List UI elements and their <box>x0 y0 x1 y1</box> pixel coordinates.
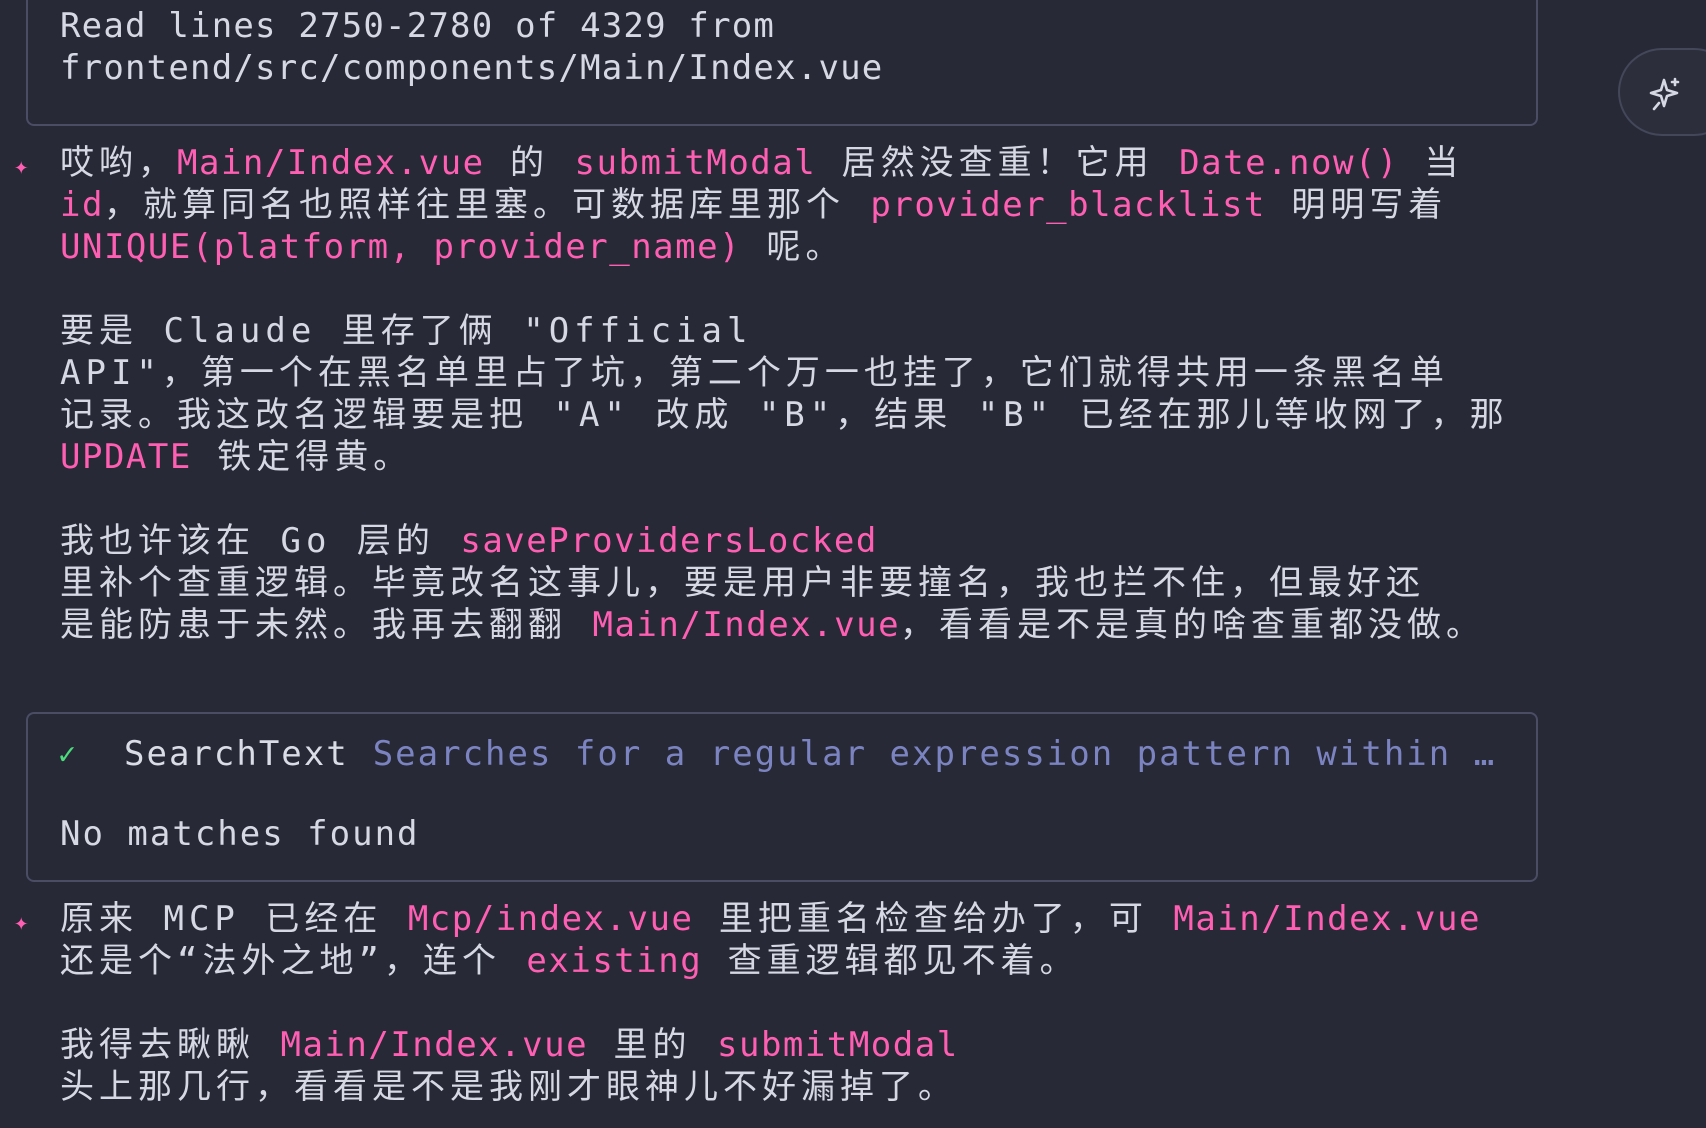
tool-name: SearchText <box>124 734 349 774</box>
text-span: 居然没查重！它用 <box>816 143 1180 183</box>
assistant-message-2: 原来 MCP 已经在 Mcp/index.vue 里把重名检查给办了，可 Mai… <box>60 898 1620 1108</box>
code-span: submitModal <box>574 143 817 183</box>
text-span: 里补个查重逻辑。毕竟改名这事儿，要是用户非要撞名，我也拦不住，但最好还 <box>60 563 1425 603</box>
message-paragraph: 哎哟，Main/Index.vue 的 submitModal 居然没查重！它用… <box>60 142 1620 268</box>
read-tool-output: Read lines 2750-2780 of 4329 from fronte… <box>26 0 1538 126</box>
message-paragraph: 我得去瞅瞅 Main/Index.vue 里的 submitModal 头上那几… <box>60 1024 1620 1108</box>
code-span: Date.now() <box>1179 143 1399 183</box>
code-span: Main/Index.vue <box>280 1025 589 1065</box>
code-span: Main/Index.vue <box>1173 899 1481 939</box>
text-span: API"，第一个在黑名单里占了坑，第二个万一也挂了，它们就得共用一条黑名单 <box>60 353 1449 393</box>
sparkle-pen-icon <box>1649 77 1680 111</box>
code-span: saveProvidersLocked <box>460 521 878 561</box>
message-paragraph: 原来 MCP 已经在 Mcp/index.vue 里把重名检查给办了，可 Mai… <box>60 898 1620 982</box>
search-tool-header[interactable]: ✓ SearchText Searches for a regular expr… <box>58 734 1508 774</box>
text-span: 原来 MCP 已经在 <box>60 899 408 939</box>
search-tool-output[interactable]: ✓ SearchText Searches for a regular expr… <box>26 712 1538 882</box>
text-span: 当 <box>1398 143 1464 183</box>
code-span: Main/Index.vue <box>177 143 485 183</box>
text-span: 头上那几行，看看是不是我刚才眼神儿不好漏掉了。 <box>60 1067 957 1107</box>
assistant-action-button[interactable] <box>1618 48 1706 136</box>
text-span: 里的 <box>588 1025 718 1065</box>
text-span: 还是个“法外之地”，连个 <box>60 941 527 981</box>
tool-description: Searches for a regular expression patter… <box>372 734 1508 774</box>
text-span: 要是 Claude 里存了俩 "Official <box>60 311 753 351</box>
text-span: 铁定得黄。 <box>191 437 413 477</box>
text-span: 的 <box>484 143 575 183</box>
code-span: UPDATE <box>60 437 192 477</box>
text-span: 我也许该在 Go 层的 <box>60 521 461 561</box>
text-span: ，就算同名也照样往里塞。可数据库里那个 <box>103 185 871 225</box>
text-span: 哎哟， <box>60 143 177 183</box>
text-span: 呢。 <box>741 227 845 267</box>
code-span: UNIQUE(platform, provider_name) <box>60 227 742 267</box>
text-span: ，看看是不是真的啥查重都没做。 <box>900 605 1486 645</box>
code-span: submitModal <box>717 1025 959 1065</box>
message-paragraph: 要是 Claude 里存了俩 "Official API"，第一个在黑名单里占了… <box>60 310 1620 478</box>
read-tool-line-2: frontend/src/components/Main/Index.vue <box>60 48 884 88</box>
read-tool-line-1: Read lines 2750-2780 of 4329 from <box>60 6 776 46</box>
code-span: id <box>60 185 104 225</box>
message-paragraph: 我也许该在 Go 层的 saveProvidersLocked 里补个查重逻辑。… <box>60 520 1620 646</box>
text-span: 我得去瞅瞅 <box>60 1025 281 1065</box>
sparkle-icon: ✦ <box>14 908 29 936</box>
text-span: 记录。我这改名逻辑要是把 "A" 改成 "B"，结果 "B" 已经在那儿等收网了… <box>60 395 1509 435</box>
check-icon: ✓ <box>58 736 77 772</box>
code-span: Main/Index.vue <box>592 605 901 645</box>
code-span: Mcp/index.vue <box>407 899 694 939</box>
text-span: 明明写着 <box>1265 185 1448 225</box>
search-result: No matches found <box>60 814 420 854</box>
sparkle-icon: ✦ <box>14 152 29 180</box>
code-span: existing <box>526 941 703 981</box>
text-span: 查重逻辑都见不着。 <box>702 941 1079 981</box>
assistant-message-1: 哎哟，Main/Index.vue 的 submitModal 居然没查重！它用… <box>60 142 1620 646</box>
code-span: provider_blacklist <box>870 185 1266 225</box>
text-span: 里把重名检查给办了，可 <box>693 899 1174 939</box>
text-span: 是能防患于未然。我再去翻翻 <box>60 605 593 645</box>
